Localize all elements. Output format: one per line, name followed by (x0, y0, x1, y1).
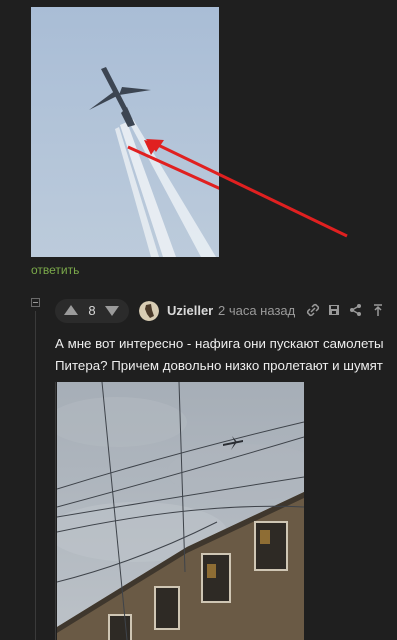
comment-text: А мне вот интересно - нафига они пускают… (55, 333, 397, 377)
inner-thread-line (55, 382, 56, 640)
red-arrow-icon (146, 139, 348, 238)
vote-box: 8 (55, 299, 129, 323)
scroll-top-icon[interactable] (371, 303, 385, 317)
upvote-icon[interactable] (64, 305, 78, 315)
timestamp: 2 часа назад (218, 303, 296, 318)
share-icon[interactable] (349, 303, 363, 317)
building-wires-photo (57, 382, 304, 640)
collapse-icon[interactable] (31, 298, 40, 307)
rating-count: 8 (88, 303, 96, 318)
thread-line (35, 311, 36, 640)
link-icon[interactable] (306, 303, 320, 317)
downvote-icon[interactable] (105, 306, 119, 316)
comment-line-2: Питера? Причем довольно низко пролетают … (55, 358, 383, 373)
save-icon[interactable] (327, 303, 341, 317)
comment-image-building[interactable] (57, 382, 304, 640)
username[interactable]: Uzieller (167, 303, 213, 318)
reply-link[interactable]: ответить (31, 263, 79, 277)
comment-line-1: А мне вот интересно - нафига они пускают… (55, 336, 384, 351)
avatar[interactable] (139, 301, 159, 321)
